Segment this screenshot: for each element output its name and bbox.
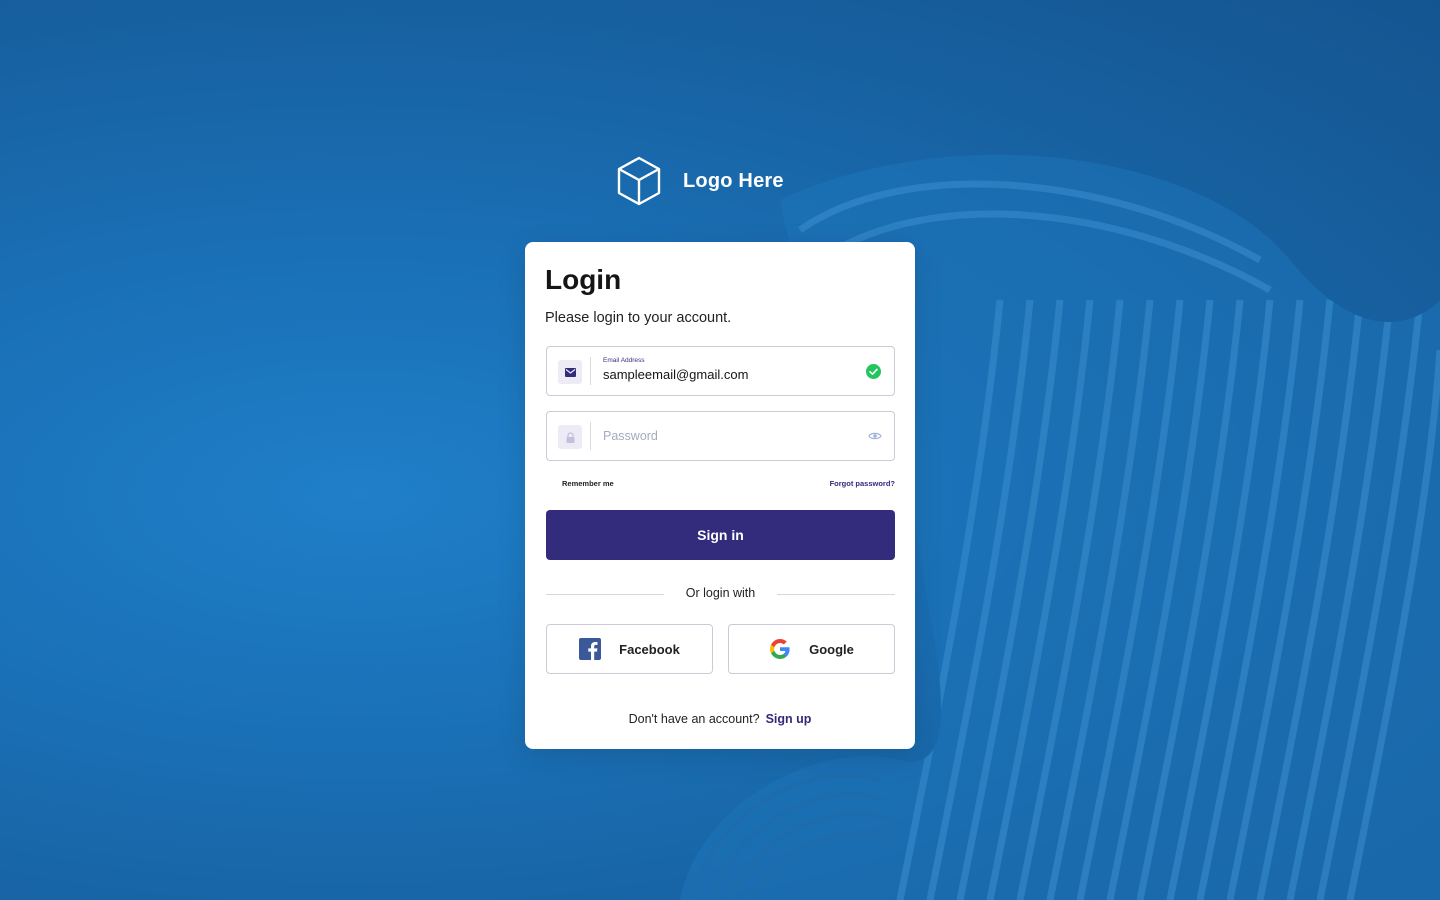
email-input[interactable] — [603, 367, 853, 382]
email-label: Email Address — [603, 357, 645, 364]
remember-me-label: Remember me — [562, 478, 614, 488]
field-divider — [590, 357, 591, 385]
page-title: Login — [545, 264, 622, 295]
divider-line-left — [546, 594, 664, 595]
forgot-password-link[interactable]: Forgot password? — [830, 479, 895, 488]
sign-up-link[interactable]: Sign up — [766, 712, 812, 726]
google-login-button[interactable]: Google — [728, 624, 895, 674]
remember-me[interactable]: Remember me — [546, 478, 614, 488]
login-options: Remember me Forgot password? — [546, 476, 895, 490]
password-field[interactable] — [546, 411, 895, 461]
divider-line-right — [777, 594, 895, 595]
signup-prompt-text: Don't have an account? — [628, 712, 760, 726]
cube-icon — [617, 156, 661, 206]
facebook-label: Facebook — [619, 641, 680, 657]
google-icon — [770, 639, 790, 659]
check-circle-icon — [866, 364, 881, 379]
page-subtitle: Please login to your account. — [545, 310, 732, 326]
signup-prompt: Don't have an account? Sign up — [525, 712, 915, 726]
brand-logo: Logo Here — [615, 155, 784, 207]
google-label: Google — [809, 641, 854, 657]
login-card: Login Please login to your account. Emai… — [525, 242, 915, 749]
eye-icon[interactable] — [868, 430, 882, 442]
envelope-icon — [558, 360, 582, 384]
sign-in-button[interactable]: Sign in — [546, 510, 895, 560]
password-input[interactable] — [603, 427, 853, 445]
email-field[interactable]: Email Address — [546, 346, 895, 396]
field-divider — [590, 422, 591, 450]
facebook-login-button[interactable]: Facebook — [546, 624, 713, 674]
divider-text: Or login with — [685, 586, 756, 600]
facebook-icon — [579, 638, 602, 660]
logo-text: Logo Here — [683, 169, 784, 192]
lock-icon — [558, 425, 582, 449]
